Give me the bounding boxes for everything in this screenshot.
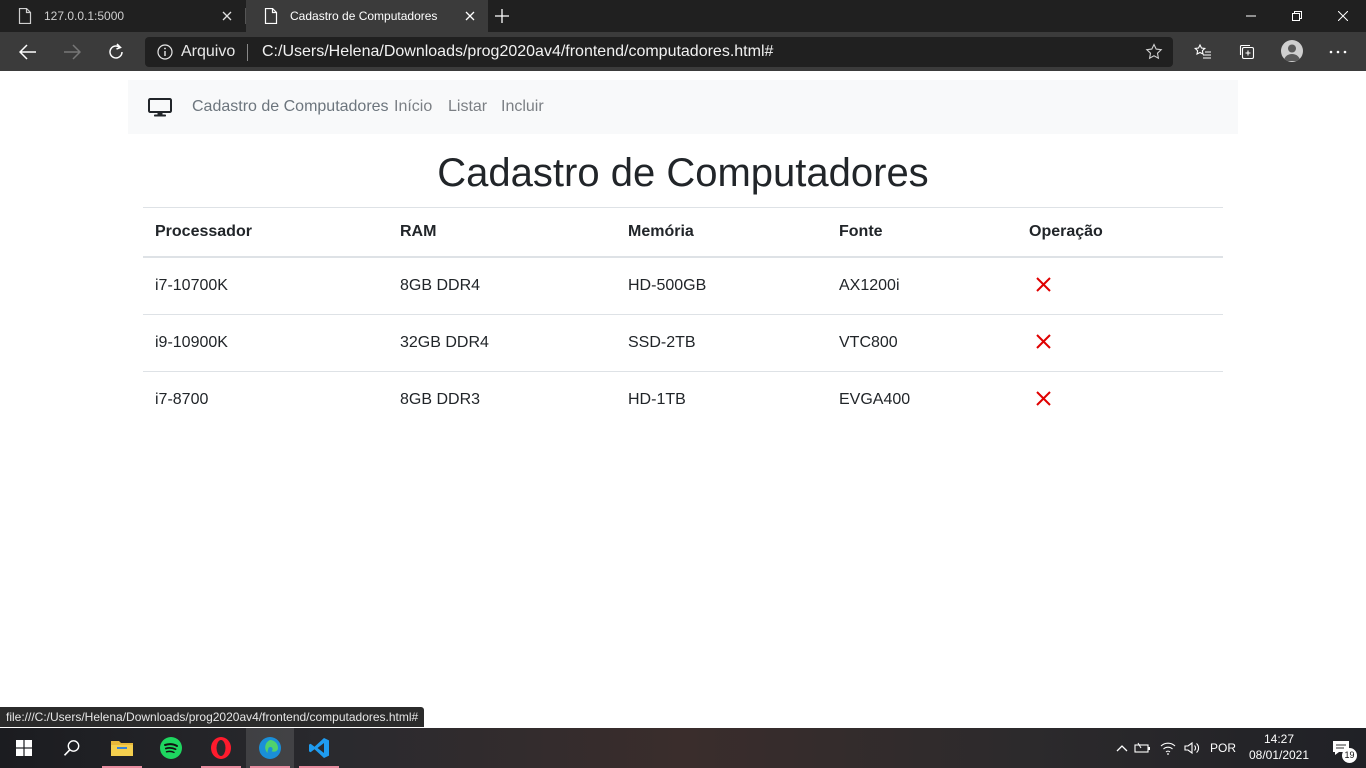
browser-tab-1[interactable]: 127.0.0.1:5000 — [0, 0, 245, 32]
cell-operacao — [1017, 314, 1223, 372]
delete-icon[interactable] — [1033, 332, 1053, 352]
chevron-up-icon[interactable] — [1114, 744, 1130, 752]
cell-memoria: SSD-2TB — [616, 314, 827, 372]
spotify-icon[interactable] — [147, 728, 195, 768]
table-row: i7-10700K 8GB DDR4 HD-500GB AX1200i — [143, 256, 1223, 315]
cell-ram: 8GB DDR3 — [388, 371, 616, 428]
navbar-brand[interactable]: Cadastro de Computadores — [192, 98, 389, 116]
cell-fonte: VTC800 — [827, 314, 1017, 372]
nav-link-incluir[interactable]: Incluir — [501, 98, 544, 116]
battery-icon[interactable] — [1130, 742, 1156, 754]
notification-badge: 19 — [1342, 748, 1357, 763]
table-header-row: Processador RAM Memória Fonte Operação — [143, 207, 1223, 258]
info-icon[interactable] — [157, 44, 173, 65]
tab-title: 127.0.0.1:5000 — [44, 9, 125, 23]
navbar: Cadastro de Computadores Início Listar I… — [128, 80, 1238, 134]
cell-ram: 32GB DDR4 — [388, 314, 616, 372]
notification-icon[interactable]: 19 — [1318, 728, 1366, 768]
header-processador: Processador — [143, 207, 388, 258]
address-bar[interactable]: Arquivo C:/Users/Helena/Downloads/prog20… — [145, 37, 1173, 67]
clock-date: 08/01/2021 — [1248, 748, 1310, 762]
address-divider — [247, 44, 248, 61]
cell-processador: i7-8700 — [143, 371, 388, 428]
more-icon[interactable] — [1327, 41, 1349, 63]
close-icon[interactable] — [462, 8, 478, 24]
volume-icon[interactable] — [1180, 741, 1204, 755]
collections-icon[interactable] — [1236, 41, 1258, 63]
scheme-label: Arquivo — [181, 43, 236, 60]
page-icon — [18, 8, 32, 24]
cell-fonte: EVGA400 — [827, 371, 1017, 428]
computers-table: Processador RAM Memória Fonte Operação i… — [143, 207, 1223, 428]
clock-time: 14:27 — [1263, 732, 1295, 746]
clock[interactable]: 14:27 08/01/2021 — [1242, 731, 1316, 763]
favorites-icon[interactable] — [1192, 41, 1214, 63]
system-tray: POR — [1114, 728, 1236, 768]
header-operacao: Operação — [1017, 207, 1223, 258]
cell-fonte: AX1200i — [827, 256, 1017, 315]
page-icon — [264, 8, 278, 24]
header-ram: RAM — [388, 207, 616, 258]
cell-operacao — [1017, 256, 1223, 315]
table-row: i7-8700 8GB DDR3 HD-1TB EVGA400 — [143, 371, 1223, 428]
window-controls — [1228, 0, 1366, 32]
minimize-button[interactable] — [1228, 0, 1274, 32]
header-fonte: Fonte — [827, 207, 1017, 258]
desktop-icon — [148, 98, 172, 122]
cell-operacao — [1017, 371, 1223, 428]
delete-icon[interactable] — [1033, 275, 1053, 295]
opera-icon[interactable] — [197, 728, 245, 768]
new-tab-button[interactable] — [492, 6, 512, 26]
tab-title: Cadastro de Computadores — [290, 9, 438, 23]
browser-tab-strip: 127.0.0.1:5000 Cadastro de Computadores — [0, 0, 1366, 32]
back-icon[interactable] — [17, 41, 39, 63]
refresh-icon[interactable] — [105, 41, 127, 63]
cell-processador: i9-10900K — [143, 314, 388, 372]
url-text[interactable]: C:/Users/Helena/Downloads/prog2020av4/fr… — [262, 43, 773, 61]
page-title: Cadastro de Computadores — [437, 151, 929, 195]
cell-memoria: HD-1TB — [616, 371, 827, 428]
cell-memoria: HD-500GB — [616, 256, 827, 315]
wifi-icon[interactable] — [1156, 741, 1180, 755]
browser-toolbar: Arquivo C:/Users/Helena/Downloads/prog20… — [0, 32, 1366, 71]
edge-icon[interactable] — [246, 728, 294, 768]
cell-ram: 8GB DDR4 — [388, 256, 616, 315]
cell-processador: i7-10700K — [143, 256, 388, 315]
search-icon[interactable] — [48, 728, 96, 768]
close-icon[interactable] — [219, 8, 235, 24]
forward-icon[interactable] — [61, 41, 83, 63]
header-memoria: Memória — [616, 207, 827, 258]
windows-start-icon[interactable] — [0, 728, 48, 768]
delete-icon[interactable] — [1033, 389, 1053, 409]
language-indicator[interactable]: POR — [1210, 741, 1236, 755]
favorite-star-icon[interactable] — [1145, 43, 1163, 66]
file-explorer-icon[interactable] — [98, 728, 146, 768]
close-window-button[interactable] — [1320, 0, 1366, 32]
nav-link-listar[interactable]: Listar — [448, 98, 487, 116]
taskbar: POR 14:27 08/01/2021 19 — [0, 728, 1366, 768]
nav-link-inicio[interactable]: Início — [394, 98, 432, 116]
profile-avatar[interactable] — [1281, 40, 1303, 62]
browser-tab-2[interactable]: Cadastro de Computadores — [246, 0, 488, 32]
vscode-icon[interactable] — [295, 728, 343, 768]
status-url: file:///C:/Users/Helena/Downloads/prog20… — [0, 707, 425, 727]
table-row: i9-10900K 32GB DDR4 SSD-2TB VTC800 — [143, 314, 1223, 372]
restore-button[interactable] — [1274, 0, 1320, 32]
